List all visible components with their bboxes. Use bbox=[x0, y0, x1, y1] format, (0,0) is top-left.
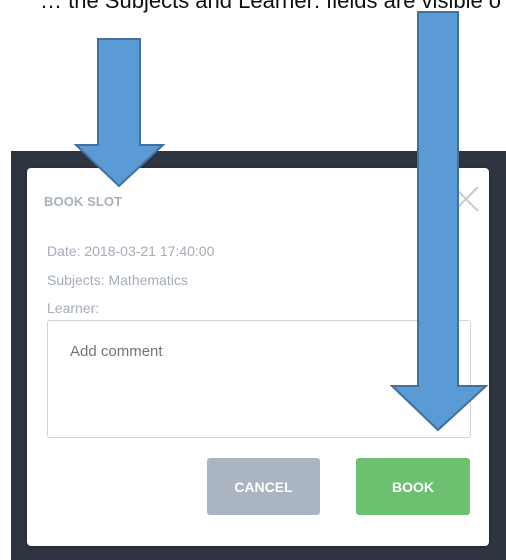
book-button[interactable]: BOOK bbox=[356, 458, 470, 515]
down-arrow-icon bbox=[74, 38, 166, 188]
learner-label: Learner: bbox=[47, 300, 100, 316]
subjects-info: Subjects: Mathematics bbox=[47, 272, 188, 288]
modal-title: BOOK SLOT bbox=[44, 194, 123, 209]
cancel-button[interactable]: CANCEL bbox=[207, 458, 320, 515]
down-arrow-icon bbox=[389, 11, 489, 432]
date-info: Date: 2018-03-21 17:40:00 bbox=[47, 243, 215, 259]
